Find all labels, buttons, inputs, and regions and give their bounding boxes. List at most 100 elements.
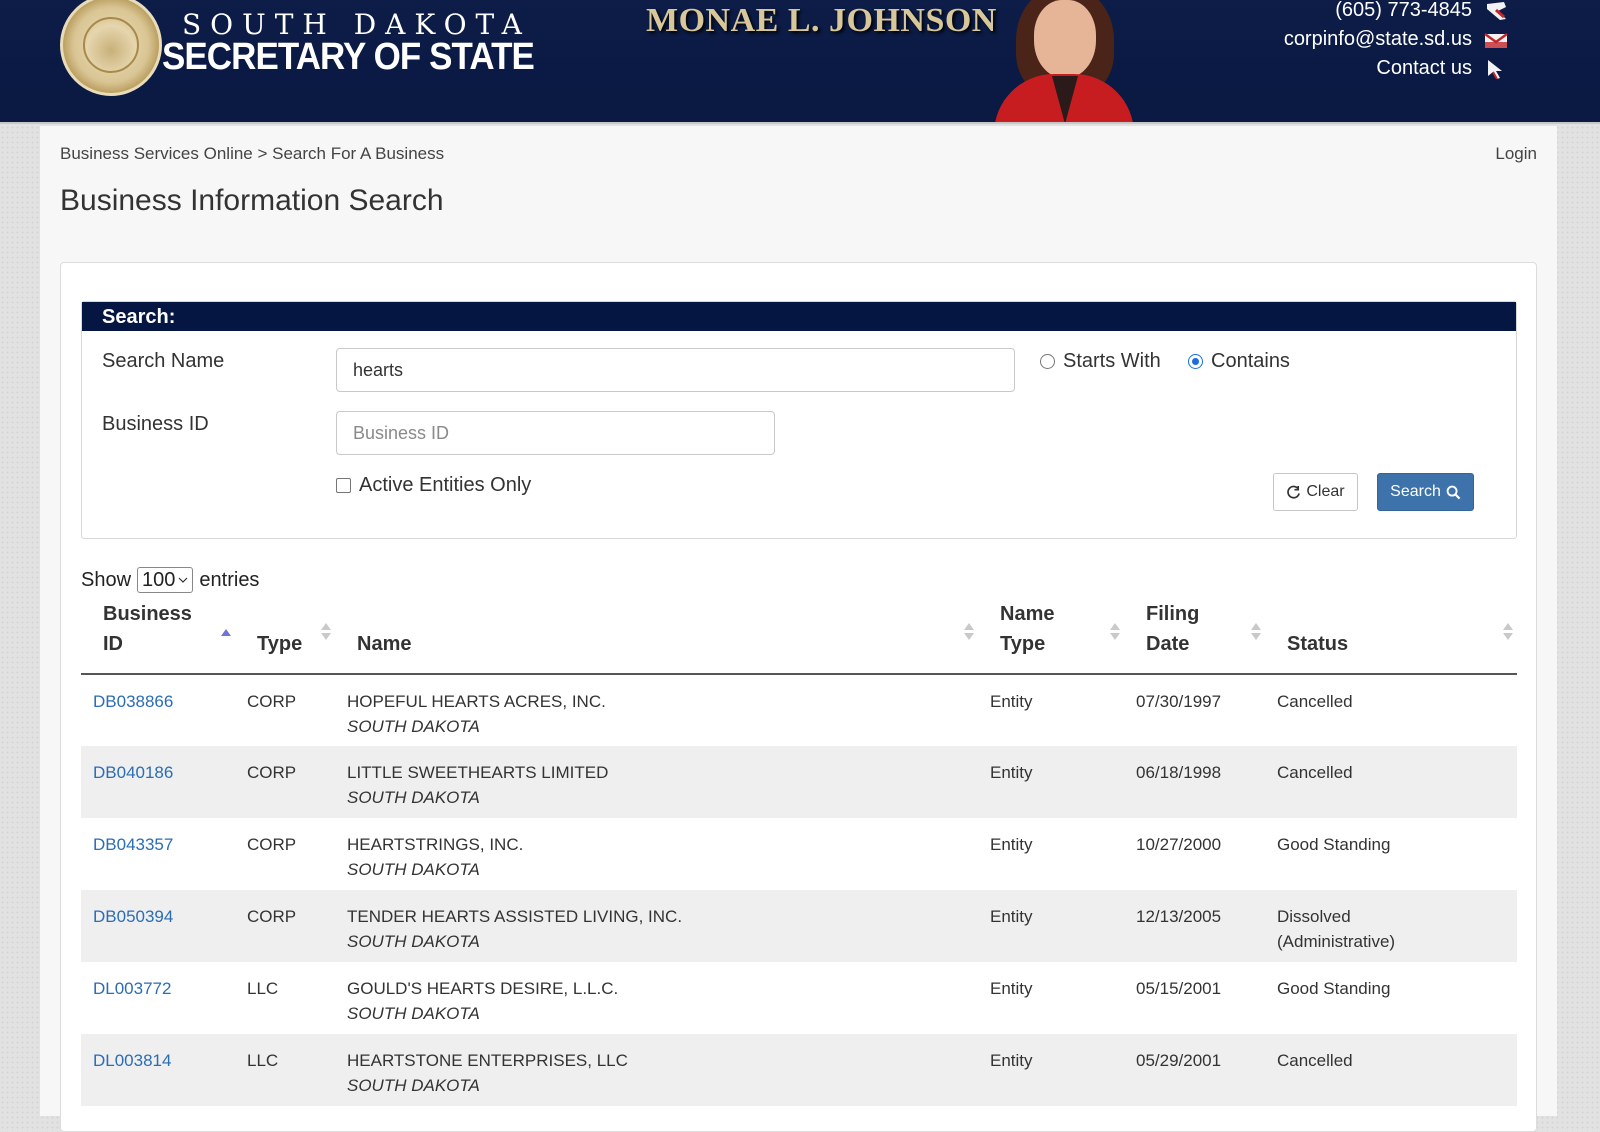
seal-emblem <box>83 17 139 73</box>
status-text: Cancelled <box>1277 692 1353 711</box>
type-cell: CORP <box>235 674 335 746</box>
entity-name: HEARTSTRINGS, INC. <box>347 835 524 854</box>
business-id-link[interactable]: DL003814 <box>81 1034 235 1106</box>
sort-icon[interactable] <box>964 623 974 640</box>
status-text: Good Standing <box>1277 979 1391 998</box>
name-type-cell: Entity <box>978 818 1124 890</box>
type-cell: CORP <box>235 818 335 890</box>
entity-name: HOPEFUL HEARTS ACRES, INC. <box>347 692 606 711</box>
phone-icon <box>1487 1 1506 20</box>
status-cell: Good Standing <box>1265 962 1517 1034</box>
status-cell: Cancelled <box>1265 746 1517 818</box>
starts-with-radio-button[interactable] <box>1040 354 1055 369</box>
search-name-label: Search Name <box>102 350 225 372</box>
column-header-status[interactable]: Status <box>1265 599 1517 675</box>
business-id-link[interactable]: DB043357 <box>81 818 235 890</box>
name-cell: HEARTSTONE ENTERPRISES, LLC SOUTH DAKOTA <box>335 1034 978 1106</box>
header-date-text: Date <box>1146 633 1190 655</box>
starts-with-label: Starts With <box>1063 350 1161 372</box>
state-seal-logo[interactable] <box>60 0 162 96</box>
show-label: Show <box>81 568 132 591</box>
header-business-text: Business <box>103 603 192 625</box>
table-row: DB038866 CORP HOPEFUL HEARTS ACRES, INC.… <box>81 674 1517 746</box>
status-cell: Cancelled <box>1265 674 1517 746</box>
entity-state: SOUTH DAKOTA <box>347 1004 480 1023</box>
clear-button[interactable]: Clear <box>1273 473 1358 511</box>
table-row: DL003814 LLC HEARTSTONE ENTERPRISES, LLC… <box>81 1034 1517 1106</box>
site-header: SOUTH DAKOTA SECRETARY OF STATE MONAE L.… <box>0 0 1600 124</box>
entity-name: HEARTSTONE ENTERPRISES, LLC <box>347 1051 628 1070</box>
type-cell: CORP <box>235 746 335 818</box>
business-id-link[interactable]: DB040186 <box>81 746 235 818</box>
name-cell: GOULD'S HEARTS DESIRE, L.L.C. SOUTH DAKOT… <box>335 962 978 1034</box>
refresh-icon <box>1287 485 1301 499</box>
sort-icon[interactable] <box>1251 623 1261 640</box>
name-type-cell: Entity <box>978 962 1124 1034</box>
contact-us-link[interactable]: Contact us <box>1376 54 1472 83</box>
table-row: DB040186 CORP LITTLE SWEETHEARTS LIMITED… <box>81 746 1517 818</box>
contact-row[interactable]: Contact us <box>1284 54 1508 83</box>
phone-number[interactable]: (605) 773-4845 <box>1335 0 1472 25</box>
official-portrait <box>994 0 1134 122</box>
business-id-input[interactable] <box>336 411 775 455</box>
results-table: Business ID Type Name Name Type Filing D… <box>81 599 1517 1106</box>
name-type-cell: Entity <box>978 890 1124 962</box>
sort-icon[interactable] <box>1503 623 1513 640</box>
search-button[interactable]: Search <box>1377 473 1474 511</box>
column-header-name[interactable]: Name <box>335 599 978 675</box>
email-link[interactable]: corpinfo@state.sd.us <box>1284 25 1472 54</box>
header-nametype-text-2: Type <box>1000 633 1046 655</box>
filing-date-cell: 10/27/2000 <box>1124 818 1265 890</box>
envelope-icon <box>1484 32 1508 48</box>
header-id-text: ID <box>103 633 123 655</box>
column-header-type[interactable]: Type <box>235 599 335 675</box>
search-name-input[interactable] <box>336 348 1015 392</box>
active-entities-checkbox[interactable] <box>336 478 351 493</box>
login-link[interactable]: Login <box>1495 144 1537 164</box>
header-name-text: Name <box>357 633 412 655</box>
column-header-name-type[interactable]: Name Type <box>978 599 1124 675</box>
status-text: Dissolved <box>1277 907 1351 926</box>
entity-state: SOUTH DAKOTA <box>347 717 480 736</box>
column-header-business-id[interactable]: Business ID <box>81 599 235 675</box>
entity-name: LITTLE SWEETHEARTS LIMITED <box>347 763 609 782</box>
search-card: Search: Search Name Starts With Contains… <box>60 262 1537 1132</box>
radio-starts-with[interactable]: Starts With <box>1040 350 1161 373</box>
active-entities-checkbox-row[interactable]: Active Entities Only <box>336 474 531 497</box>
phone-row[interactable]: (605) 773-4845 <box>1284 0 1508 25</box>
type-cell: LLC <box>235 1034 335 1106</box>
filing-date-cell: 07/30/1997 <box>1124 674 1265 746</box>
filing-date-cell: 05/29/2001 <box>1124 1034 1265 1106</box>
business-id-link[interactable]: DL003772 <box>81 962 235 1034</box>
email-row[interactable]: corpinfo@state.sd.us <box>1284 25 1508 54</box>
status-text: Good Standing <box>1277 835 1391 854</box>
search-panel: Search: Search Name Starts With Contains… <box>81 301 1517 539</box>
business-id-link[interactable]: DB050394 <box>81 890 235 962</box>
filing-date-cell: 12/13/2005 <box>1124 890 1265 962</box>
sort-icon[interactable] <box>1110 623 1120 640</box>
table-header-row: Business ID Type Name Name Type Filing D… <box>81 599 1517 675</box>
clear-button-label: Clear <box>1306 483 1345 500</box>
search-section-title: Search: <box>82 302 1516 331</box>
table-row: DL003772 LLC GOULD'S HEARTS DESIRE, L.L.… <box>81 962 1517 1034</box>
status-cell: Good Standing <box>1265 818 1517 890</box>
sort-ascending-icon[interactable] <box>221 623 231 636</box>
breadcrumb[interactable]: Business Services Online > Search For A … <box>60 144 444 164</box>
main-content: Business Services Online > Search For A … <box>40 126 1557 1132</box>
search-icon <box>1446 485 1461 499</box>
active-entities-label: Active Entities Only <box>359 474 532 496</box>
sort-icon[interactable] <box>321 623 331 640</box>
table-row: DB043357 CORP HEARTSTRINGS, INC. SOUTH DA… <box>81 818 1517 890</box>
entries-count-select[interactable]: 100 <box>137 567 194 593</box>
name-type-cell: Entity <box>978 1034 1124 1106</box>
contains-label: Contains <box>1211 350 1290 372</box>
entries-suffix: entries <box>199 568 260 591</box>
radio-contains[interactable]: Contains <box>1188 350 1290 373</box>
business-id-link[interactable]: DB038866 <box>81 674 235 746</box>
contains-radio-button[interactable] <box>1188 354 1203 369</box>
logo-office-text: SECRETARY OF STATE <box>162 36 535 78</box>
column-header-filing-date[interactable]: Filing Date <box>1124 599 1265 675</box>
filing-date-cell: 06/18/1998 <box>1124 746 1265 818</box>
header-type-text: Type <box>257 633 303 655</box>
header-status-text: Status <box>1287 633 1349 655</box>
